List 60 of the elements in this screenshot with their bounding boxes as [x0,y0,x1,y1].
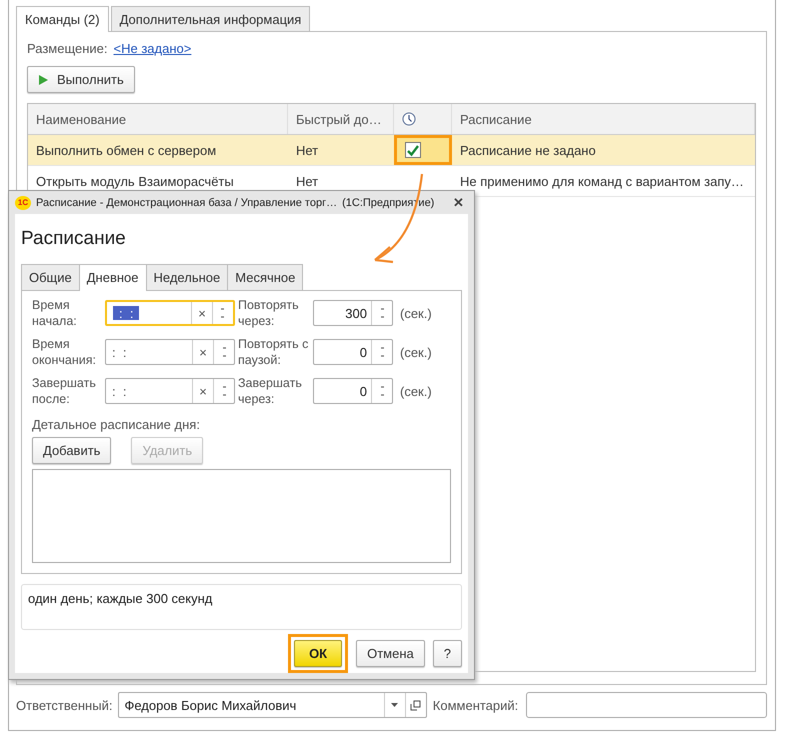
placement-link[interactable]: <Не задано> [114,41,192,56]
dialog-button[interactable]: ОК [294,640,342,667]
table-cell-text: Открыть модуль Взаиморасчёты [35,172,235,191]
unit-label: (сек.) [399,384,433,398]
run-button[interactable]: Выполнить [27,66,135,93]
table-cell-text: Расписание не задано [459,142,597,160]
time-field[interactable]: : : × [105,339,235,365]
tab[interactable]: Месячное [227,264,304,290]
play-icon [38,74,49,86]
close-button[interactable]: ✕ [449,195,468,210]
dialog-heading: Расписание [21,228,127,250]
detail-label: Детальное расписание дня: [32,417,201,432]
field-label: Повторять с паузой: [238,336,310,368]
open-icon [410,700,422,710]
tab[interactable]: Дополнительная информация [110,6,310,31]
dropdown-icon [391,703,398,707]
number-field[interactable]: 0 [313,378,393,404]
tab[interactable]: Дневное [78,264,147,291]
column-header[interactable]: Наименование [28,104,288,134]
spin-icon [378,386,386,396]
responsible-field[interactable]: Федоров Борис Михайлович [118,692,427,718]
placement-label: Размещение: [27,41,108,56]
column-header[interactable]: Расписание [452,104,755,134]
field-label: Время начала: [32,297,78,329]
field-label: Время окончания: [32,336,98,368]
app-logo: 1С [15,196,31,210]
clock-icon [402,112,416,126]
spin-icon [378,308,386,318]
field-label: Завершать через: [238,375,303,407]
number-field[interactable]: 300 [313,300,393,326]
table-cell-text: Не применимо для команд с вариантом запу… [459,172,745,191]
dialog-button[interactable]: Добавить [32,437,112,464]
time-field[interactable]: : : × [105,378,235,404]
spin-icon [378,347,386,357]
tab[interactable]: Общие [21,264,80,290]
dialog-button[interactable]: ? [432,640,462,667]
unit-label: (сек.) [399,344,433,360]
spin-icon [220,347,228,357]
time-field[interactable]: : : × [105,300,235,326]
window-title: Расписание - Демонстрационная база / Управление торг… [36,196,338,208]
schedule-checkbox[interactable] [405,142,421,158]
number-field[interactable]: 0 [313,339,393,365]
field-label: Завершать после: [32,375,97,407]
table-cell-text: Выполнить обмен с сервером [35,142,218,160]
table-cell-text: Нет [295,172,320,190]
tab[interactable]: Команды (2) [16,6,109,32]
column-header[interactable]: Быстрый до… [288,104,394,134]
comment-label: Комментарий: [432,698,518,712]
schedule-summary: один день; каждые 300 секунд [21,584,462,630]
checkmark-icon [406,144,420,156]
unit-label: (сек.) [399,306,433,320]
table-row[interactable]: Выполнить обмен с сервером Нет Расписание не задано [28,135,755,166]
comment-field[interactable] [526,692,767,718]
spin-icon [219,308,226,318]
table-cell-text: Нет [295,142,320,160]
field-label: Повторять через: [238,297,300,329]
tab[interactable]: Недельное [146,264,228,290]
responsible-label: Ответственный: [16,698,112,712]
dialog-button[interactable]: Отмена [356,640,425,667]
spin-icon [220,386,228,396]
